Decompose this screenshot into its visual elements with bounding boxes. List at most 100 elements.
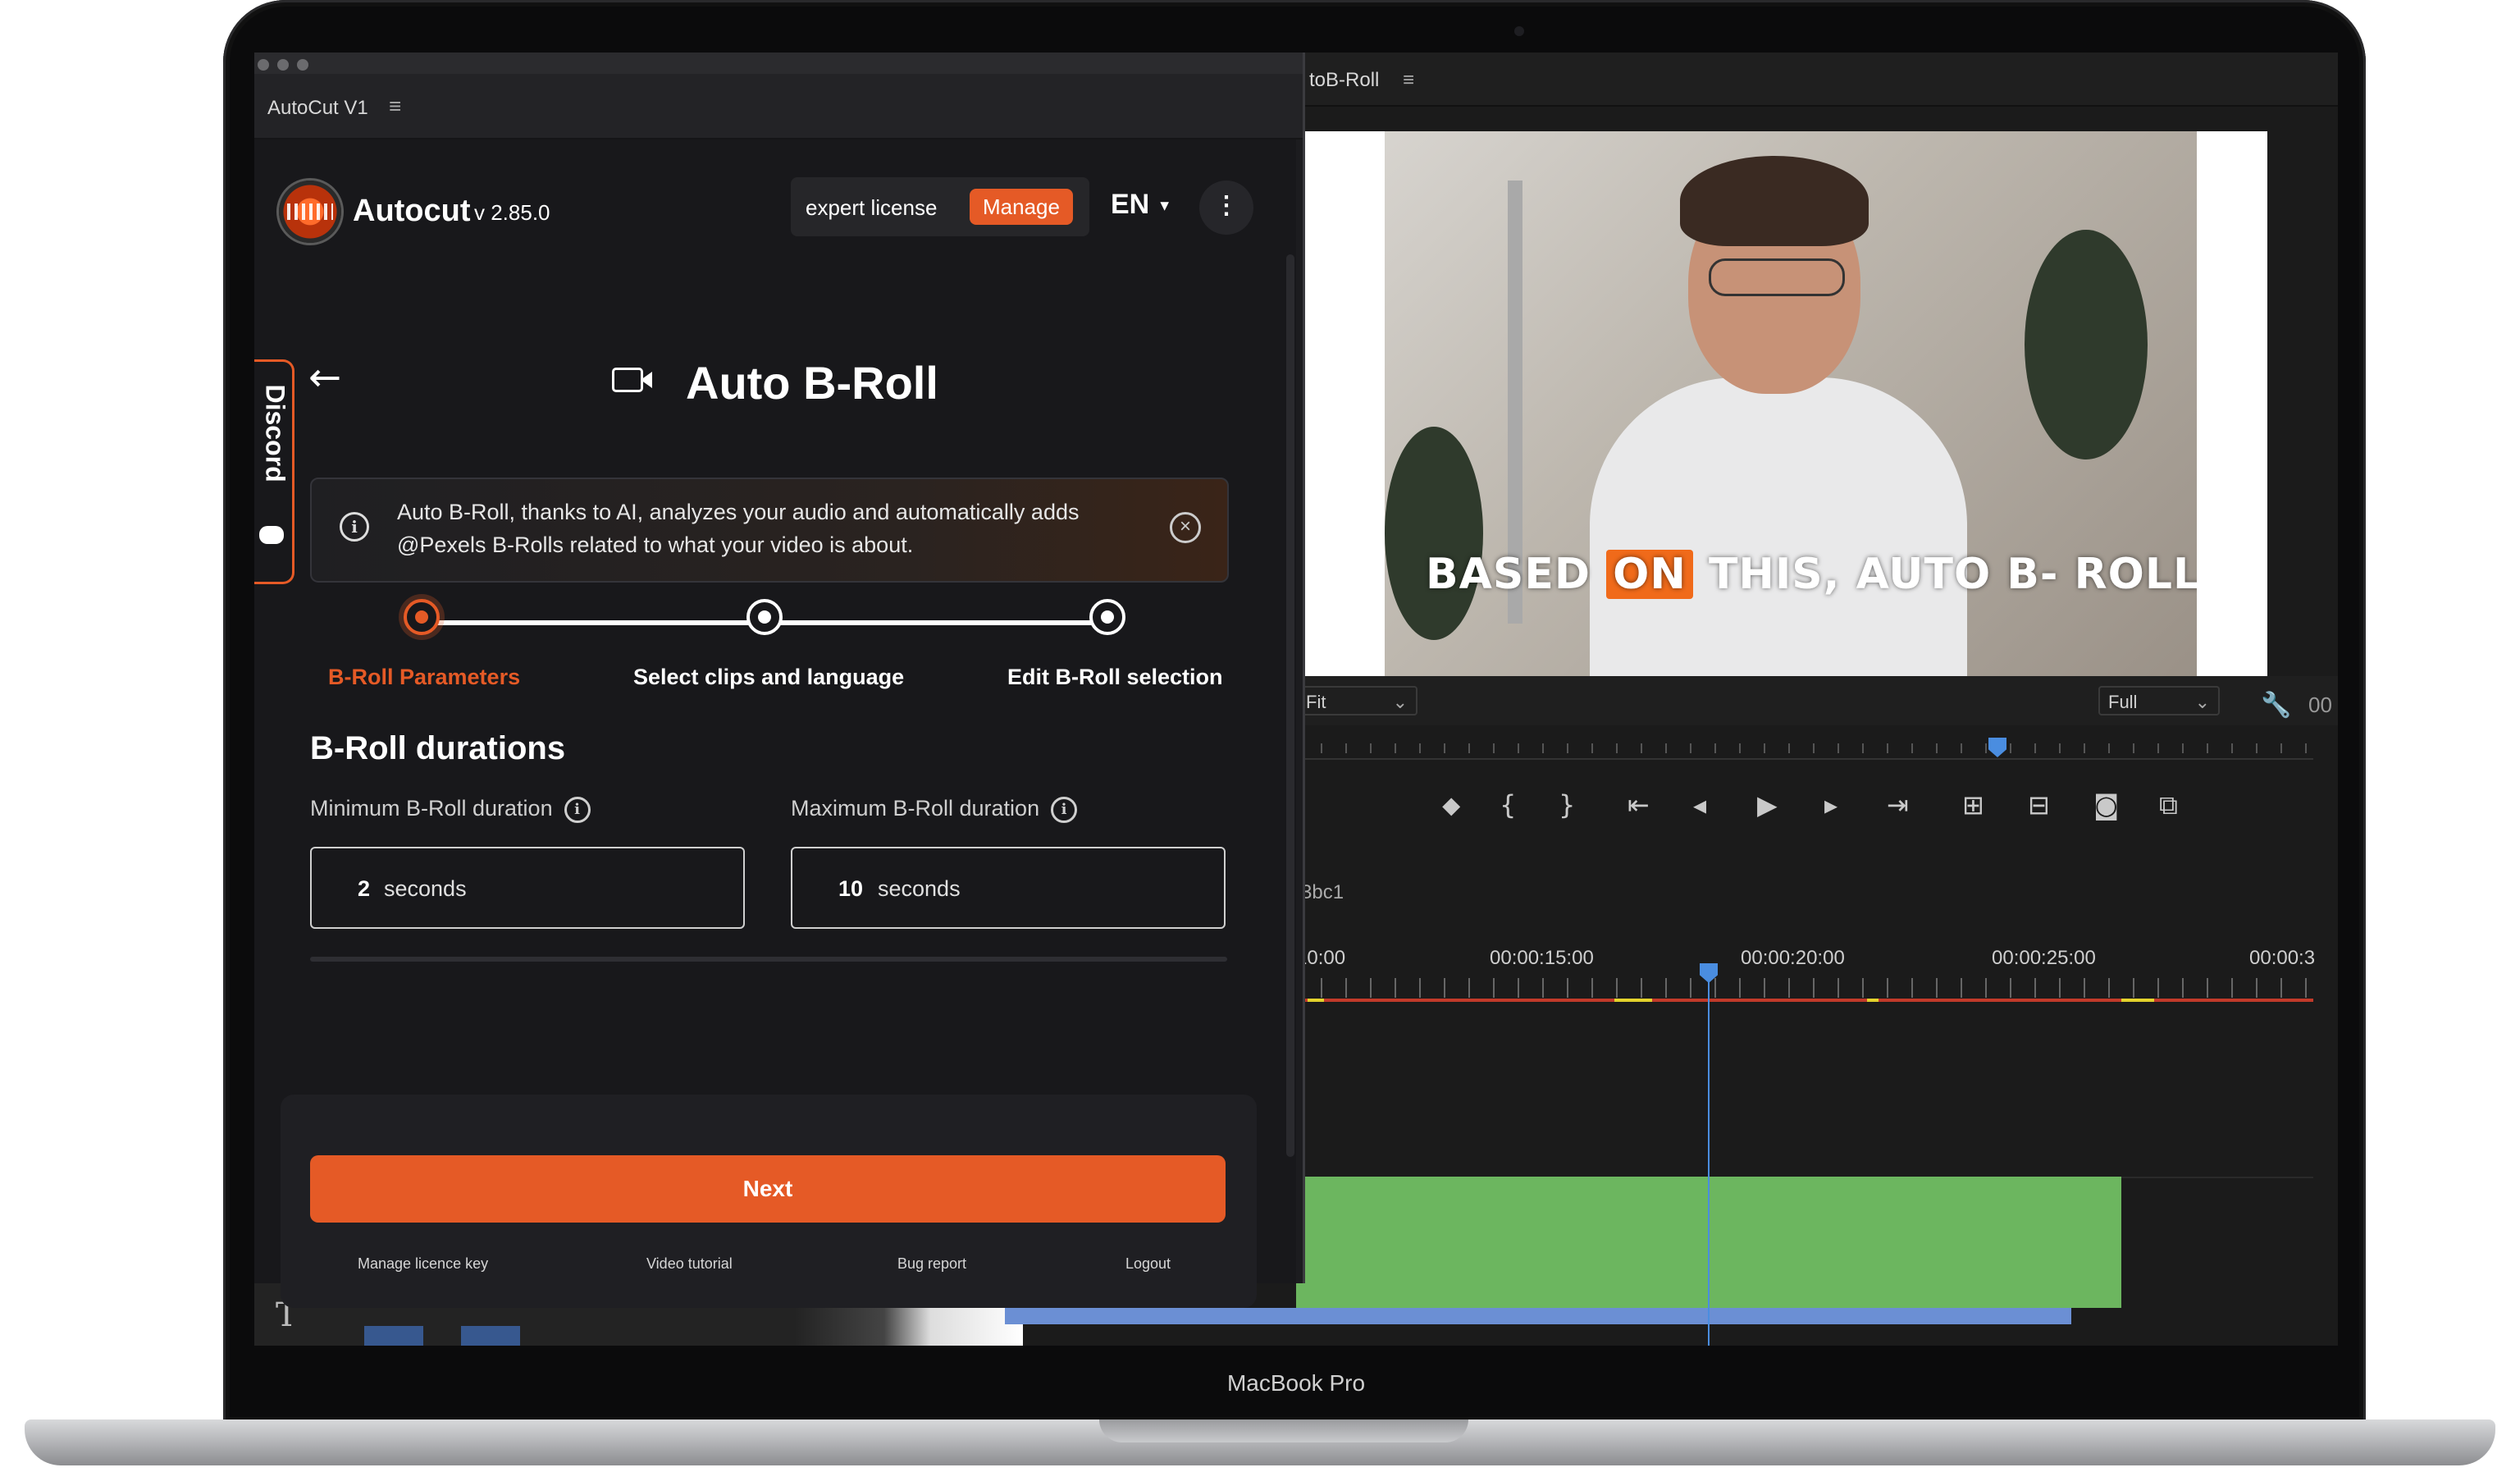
- render-bar-segment: [1614, 999, 1652, 1002]
- video-caption: BASED ON THIS, AUTO B- ROLL: [1426, 550, 2197, 599]
- language-selector[interactable]: EN ▼: [1111, 189, 1172, 221]
- step-core: [415, 610, 428, 624]
- extension-header: AutoCut V1 ≡: [254, 74, 1303, 139]
- logout-link[interactable]: Logout: [1125, 1255, 1171, 1273]
- person-glasses: [1709, 258, 1845, 296]
- add-marker-icon[interactable]: ⬥: [1442, 789, 1460, 821]
- timeline-ruler[interactable]: [1296, 978, 2313, 998]
- max-duration-label-text: Maximum B-Roll duration: [791, 796, 1040, 821]
- render-bar-segment: [2121, 999, 2154, 1002]
- transport-controls: ⬥ { } ⇤ ◂ ▶ ▸ ⇥ ⊞ ⊟ ◙ ⧉: [1296, 775, 2338, 840]
- max-duration-unit: seconds: [878, 876, 961, 901]
- close-window-icon[interactable]: [258, 59, 269, 71]
- max-duration-input[interactable]: 10 seconds: [791, 847, 1226, 929]
- info-icon[interactable]: i: [1051, 796, 1078, 823]
- section-divider: [310, 957, 1227, 962]
- render-bar: [1296, 999, 2313, 1002]
- monitor-ruler[interactable]: [1296, 725, 2313, 760]
- screen: toB-Roll ≡ BASED ON THIS, AUTO B- ROLL F…: [254, 53, 2338, 1346]
- insert-icon[interactable]: ⊞: [1962, 789, 1984, 821]
- info-banner: i Auto B-Roll, thanks to AI, analyzes yo…: [310, 478, 1229, 583]
- min-duration-label-text: Minimum B-Roll duration: [310, 796, 553, 821]
- extension-menu-icon[interactable]: ≡: [389, 94, 401, 119]
- export-frame-icon[interactable]: ◙: [2093, 789, 2119, 821]
- full-dropdown[interactable]: Full ⌄: [2098, 686, 2220, 715]
- step-forward-icon[interactable]: ▸: [1824, 789, 1838, 821]
- step-core: [1101, 610, 1114, 624]
- bug-report-link[interactable]: Bug report: [897, 1255, 966, 1273]
- go-to-in-icon[interactable]: ⇤: [1628, 789, 1650, 821]
- timeline-playhead-line: [1708, 980, 1710, 1346]
- footer-card: Next Manage licence key Video tutorial B…: [281, 1095, 1257, 1308]
- autocut-logo: [279, 181, 341, 243]
- page-title: Auto B-Roll: [686, 357, 938, 409]
- overwrite-icon[interactable]: ⊟: [2028, 789, 2050, 821]
- person-hair: [1680, 156, 1869, 246]
- render-bar-segment: [1308, 999, 1324, 1002]
- max-duration-label: Maximum B-Roll duration i: [791, 796, 1078, 823]
- step-core: [758, 610, 771, 624]
- audio-clip[interactable]: [1005, 1308, 2071, 1324]
- sequence-menu-icon[interactable]: ≡: [1403, 69, 1414, 92]
- min-duration-input[interactable]: 2 seconds: [310, 847, 745, 929]
- step-dot-edit[interactable]: [1089, 599, 1125, 635]
- program-video-frame: BASED ON THIS, AUTO B- ROLL: [1385, 131, 2197, 676]
- full-dropdown-value: Full: [2108, 692, 2138, 712]
- person-shirt: [1590, 377, 1967, 676]
- min-duration-label: Minimum B-Roll duration i: [310, 796, 591, 823]
- timecode-label: 00:00:3: [2249, 947, 2316, 969]
- section-title: B-Roll durations: [310, 730, 566, 766]
- step-label-clips: Select clips and language: [633, 665, 905, 689]
- play-icon[interactable]: ▶: [1757, 789, 1778, 821]
- comparison-view-icon[interactable]: ⧉: [2159, 789, 2178, 821]
- manage-licence-link[interactable]: Manage licence key: [358, 1255, 488, 1273]
- render-bar-segment: [1867, 999, 1879, 1002]
- step-label-edit: Edit B-Roll selection: [1007, 665, 1223, 689]
- extension-title: AutoCut V1: [267, 97, 368, 119]
- go-to-out-icon[interactable]: ⇥: [1887, 789, 1909, 821]
- discord-label: Discord: [260, 384, 290, 482]
- next-button[interactable]: Next: [310, 1155, 1226, 1223]
- close-icon[interactable]: ×: [1170, 512, 1201, 543]
- plant: [1385, 427, 1483, 640]
- chevron-down-icon: ⌄: [1392, 692, 1408, 712]
- fit-dropdown[interactable]: Fit ⌄: [1296, 686, 1418, 715]
- info-icon: i: [340, 512, 369, 542]
- camera: [1514, 26, 1524, 36]
- window-titlebar: [254, 53, 1303, 74]
- language-value: EN: [1111, 189, 1150, 220]
- sequence-tab[interactable]: toB-Roll: [1309, 69, 1379, 92]
- info-icon[interactable]: i: [564, 796, 591, 823]
- panel-scrollbar[interactable]: [1286, 254, 1294, 1157]
- track-block: [461, 1326, 520, 1346]
- wrench-icon[interactable]: 🔧: [2261, 691, 2291, 720]
- license-label: expert license: [806, 195, 938, 220]
- caption-before: BASED: [1426, 550, 1607, 599]
- fit-dropdown-value: Fit: [1306, 692, 1326, 712]
- model-label: MacBook Pro: [1226, 1370, 1366, 1396]
- caption-after: THIS, AUTO B- ROLL: [1692, 550, 2197, 599]
- autocut-content: Autocut v 2.85.0 expert license Manage E…: [254, 139, 1296, 1308]
- autocut-panel: AutoCut V1 ≡ Autocut v 2.85.0 expert lic…: [254, 53, 1305, 1308]
- step-dot-parameters[interactable]: [404, 599, 440, 635]
- discord-tab[interactable]: Discord: [254, 359, 294, 584]
- monitor-controls: Fit ⌄ Full ⌄ 🔧 00: [1296, 676, 2338, 725]
- arrow-left-icon[interactable]: ←: [308, 354, 341, 400]
- manage-button[interactable]: Manage: [970, 189, 1073, 225]
- video-camera-icon: [612, 368, 652, 392]
- video-tutorial-link[interactable]: Video tutorial: [646, 1255, 733, 1273]
- plant: [2025, 230, 2148, 459]
- timecode-label: 00:00:20:00: [1741, 947, 1845, 969]
- caption-highlight: ON: [1606, 550, 1693, 599]
- more-menu-button[interactable]: ⋮: [1199, 181, 1253, 235]
- track-block: [364, 1326, 423, 1346]
- min-duration-unit: seconds: [384, 876, 467, 901]
- maximize-window-icon[interactable]: [297, 59, 308, 71]
- info-text: Auto B-Roll, thanks to AI, analyzes your…: [397, 500, 1080, 557]
- mark-in-icon[interactable]: {: [1500, 789, 1516, 821]
- mark-out-icon[interactable]: }: [1559, 789, 1575, 821]
- step-back-icon[interactable]: ◂: [1693, 789, 1706, 821]
- minimize-window-icon[interactable]: [277, 59, 289, 71]
- step-dot-clips[interactable]: [746, 599, 783, 635]
- sequence-label: 3bc1: [1301, 881, 1344, 903]
